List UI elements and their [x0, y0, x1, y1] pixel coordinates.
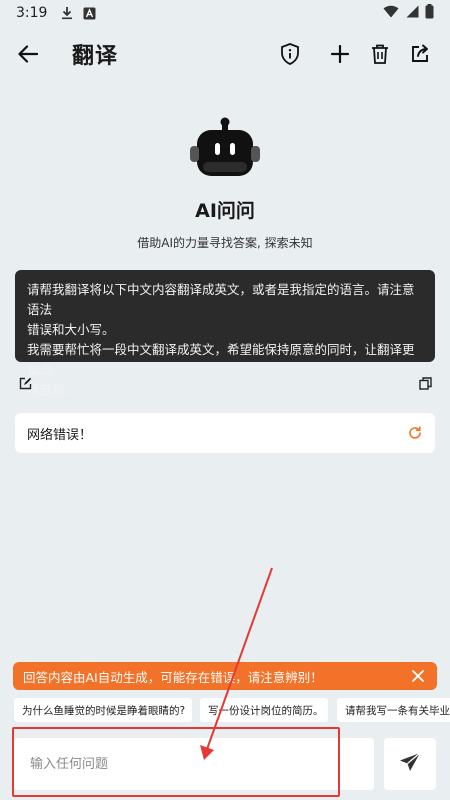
edit-icon[interactable] [17, 375, 33, 391]
ai-warning-banner: 回答内容由AI自动生成，可能存在错误，请注意辨别！ [13, 662, 437, 690]
a-box-icon [83, 7, 96, 20]
wifi-icon [383, 5, 399, 22]
download-icon [61, 6, 73, 20]
battery-icon [425, 3, 434, 23]
status-time: 3:19 [16, 5, 48, 21]
back-arrow-icon[interactable] [14, 40, 42, 68]
send-button[interactable] [384, 738, 436, 790]
signal-icon [405, 5, 419, 22]
app-header: 翻译 [0, 28, 450, 80]
prompt-line: 错误和大小写。 [27, 322, 115, 337]
response-card: 网络错误！ [15, 413, 435, 453]
suggestion-chip[interactable]: 为什么鱼睡觉的时候是睁着眼睛的? [14, 698, 192, 722]
suggestion-chip[interactable]: 写一份设计岗位的简历。 [200, 698, 328, 722]
question-input-wrapper [14, 738, 374, 790]
prompt-card[interactable]: 请帮我翻译将以下中文内容翻译成英文，或者是我指定的语言。请注意语法 错误和大小写… [15, 270, 435, 397]
share-icon[interactable] [406, 40, 434, 68]
copy-icon[interactable] [417, 375, 433, 391]
send-icon [399, 752, 421, 776]
prompt-line: 我需要帮忙将一段中文翻译成英文，希望能保持原意的同时，让翻译更加流 [27, 342, 415, 377]
error-text: 网络错误！ [27, 427, 93, 443]
plus-icon[interactable] [326, 40, 354, 68]
suggestion-chip[interactable]: 请帮我写一条有关毕业季 [337, 698, 450, 722]
trash-icon[interactable] [366, 40, 394, 68]
prompt-line: 畅自然。 [27, 382, 78, 397]
hero-title: AI问问 [195, 200, 255, 222]
shield-info-icon[interactable] [276, 40, 304, 68]
page-title: 翻译 [72, 44, 119, 69]
refresh-icon[interactable] [407, 425, 423, 441]
status-bar: 3:19 [0, 0, 450, 26]
close-icon[interactable] [409, 667, 427, 685]
warning-text: 回答内容由AI自动生成，可能存在错误，请注意辨别！ [23, 669, 323, 685]
prompt-line: 请帮我翻译将以下中文内容翻译成英文，或者是我指定的语言。请注意语法 [27, 282, 415, 317]
robot-icon [189, 116, 261, 180]
suggestion-list: 为什么鱼睡觉的时候是睁着眼睛的? 写一份设计岗位的简历。 请帮我写一条有关毕业季 [0, 698, 450, 724]
hero-subtitle: 借助AI的力量寻找答案, 探索未知 [137, 236, 313, 250]
question-input[interactable] [14, 738, 374, 790]
